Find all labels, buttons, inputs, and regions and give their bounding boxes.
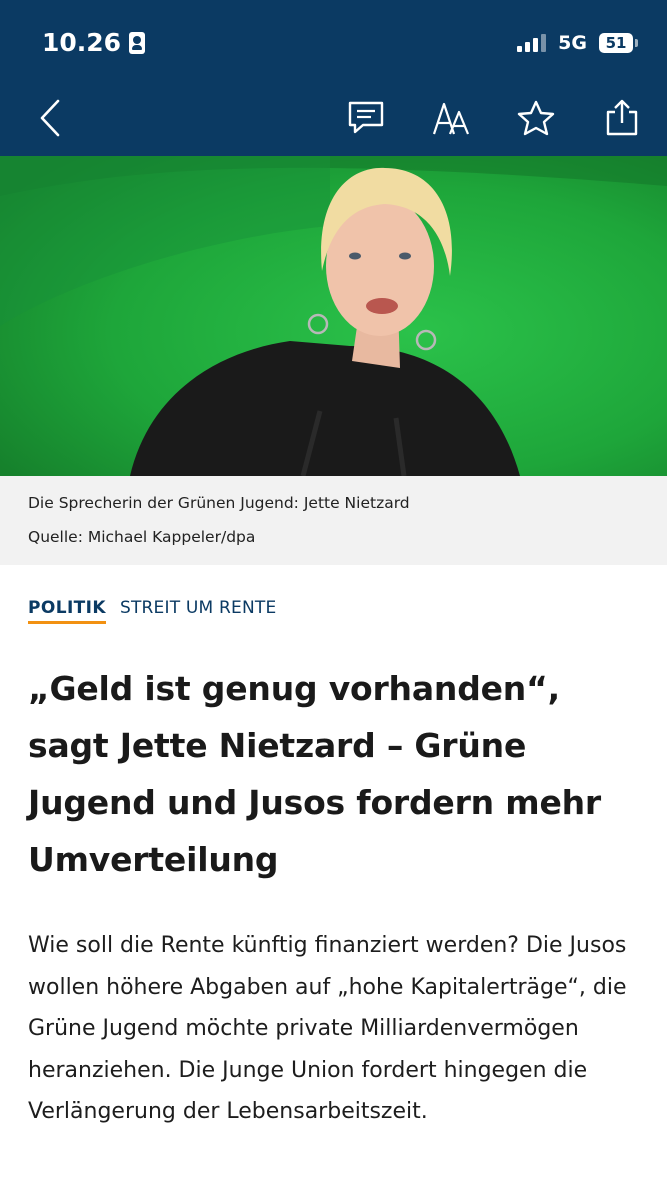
back-button[interactable]: [28, 96, 72, 140]
battery-icon: 51: [599, 33, 638, 53]
image-caption: Die Sprecherin der Grünen Jugend: Jette …: [0, 476, 667, 565]
text-size-button[interactable]: [430, 96, 474, 140]
network-type: 5G: [558, 32, 587, 54]
hero-photo[interactable]: [0, 156, 667, 476]
caption-text: Die Sprecherin der Grünen Jugend: Jette …: [28, 494, 410, 512]
article-category: POLITIK STREIT UM RENTE: [28, 598, 276, 624]
status-time: 10.26: [42, 28, 146, 57]
status-indicators: 5G 51: [517, 32, 638, 54]
status-time-text: 10.26: [42, 28, 122, 57]
category-link[interactable]: POLITIK: [28, 598, 106, 624]
contact-card-icon: [129, 31, 146, 54]
signal-strength-icon: [517, 34, 547, 52]
battery-level: 51: [605, 34, 627, 52]
app-header: 10.26 5G 51: [0, 0, 667, 156]
bookmark-star-icon: [517, 100, 555, 136]
comment-icon: [348, 101, 384, 134]
speaker-photo: [0, 156, 667, 476]
share-button[interactable]: [600, 96, 644, 140]
article-headline: „Geld ist genug vorhanden“, sagt Jette N…: [28, 669, 601, 879]
back-icon: [40, 99, 60, 137]
share-icon: [606, 99, 638, 136]
comments-button[interactable]: [344, 96, 388, 140]
topic-link[interactable]: STREIT UM RENTE: [120, 598, 276, 624]
caption-source: Quelle: Michael Kappeler/dpa: [28, 528, 256, 546]
text-size-icon: [432, 102, 470, 135]
bookmark-button[interactable]: [514, 96, 558, 140]
article-lead: Wie soll die Rente künftig finanziert we…: [28, 933, 627, 1124]
